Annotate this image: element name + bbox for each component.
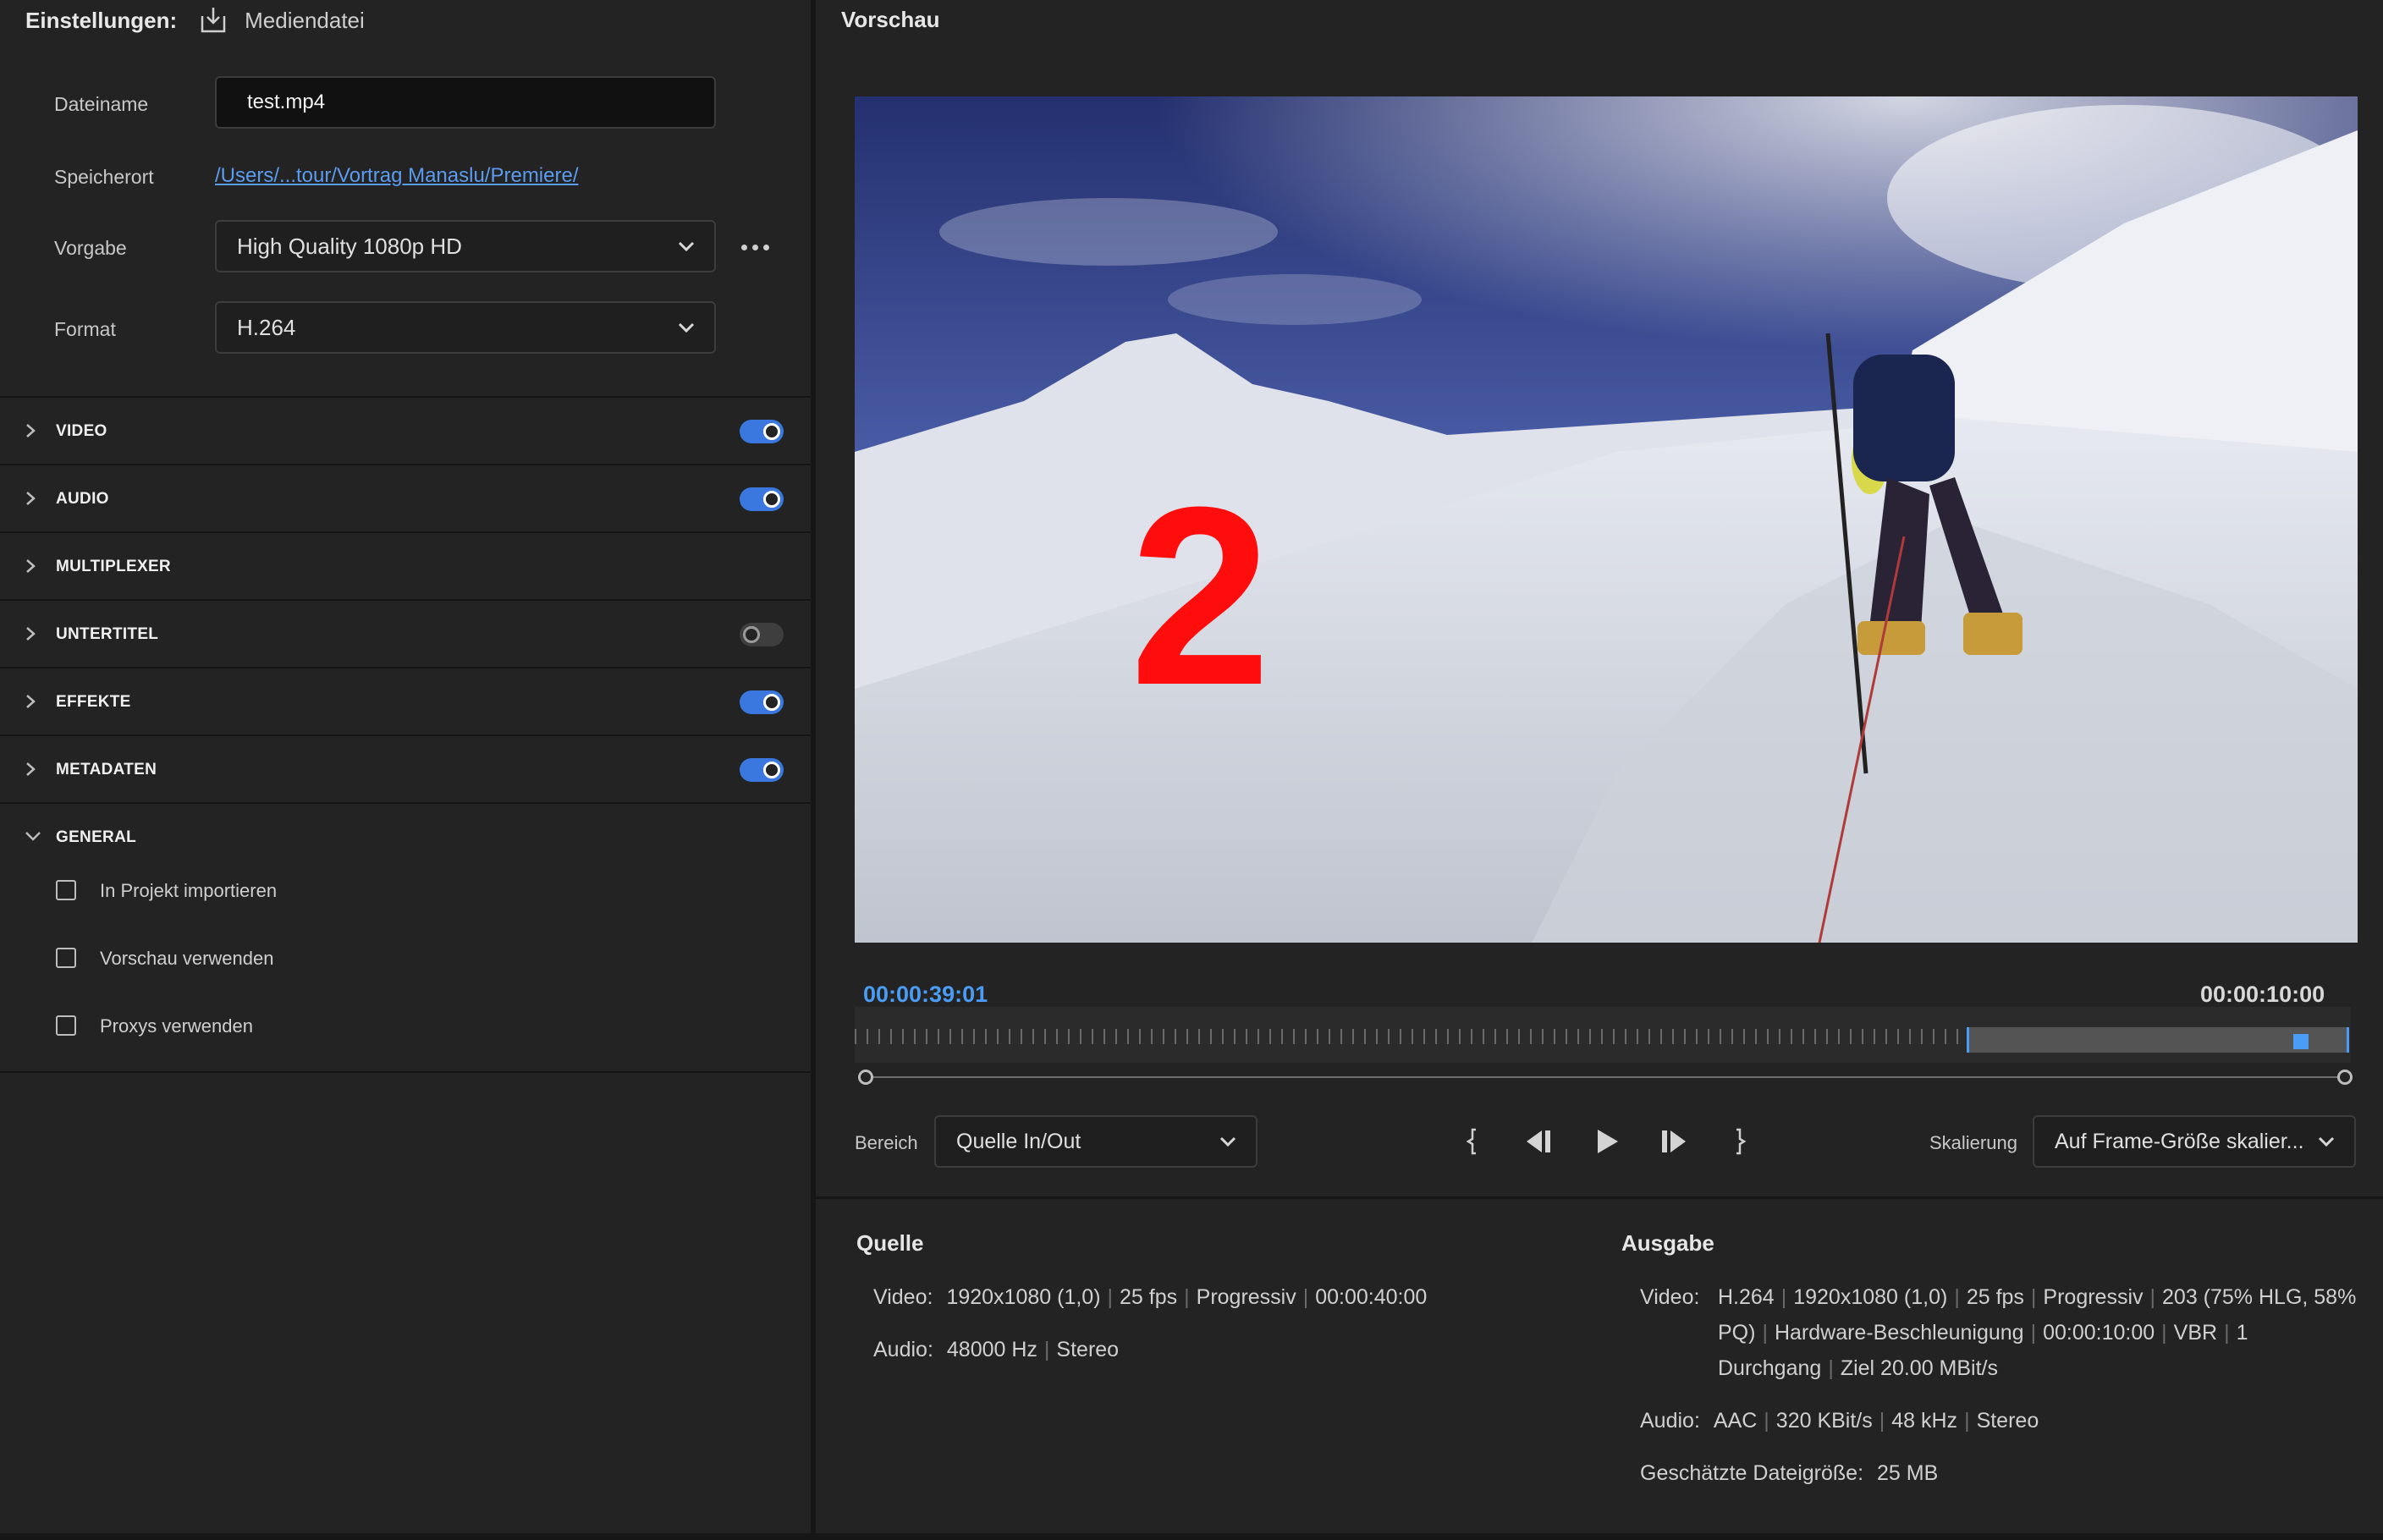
step-forward-icon[interactable] — [1657, 1127, 1691, 1156]
chevron-down-icon — [1219, 1136, 1236, 1147]
filename-label: Dateiname — [54, 93, 149, 115]
output-video-key: Video: — [1640, 1285, 1700, 1309]
use-proxies-checkbox[interactable] — [56, 1015, 76, 1036]
info-divider — [816, 1196, 2383, 1199]
format-select[interactable]: H.264 — [215, 301, 716, 354]
media-file-label[interactable]: Mediendatei — [245, 8, 365, 34]
export-settings-panel: Einstellungen: Mediendatei Dateiname tes… — [0, 0, 816, 1535]
playhead-marker[interactable] — [2293, 1034, 2309, 1049]
preset-select[interactable]: High Quality 1080p HD — [215, 220, 716, 272]
filename-input[interactable]: test.mp4 — [215, 76, 716, 129]
settings-title: Einstellungen: — [25, 7, 178, 33]
use-preview-checkbox[interactable] — [56, 948, 76, 968]
video-toggle[interactable] — [740, 420, 784, 443]
mountain-photo — [855, 96, 2358, 943]
range-label: Bereich — [855, 1132, 918, 1153]
range-start-handle[interactable] — [858, 1070, 873, 1085]
current-timecode[interactable]: 00:00:39:01 — [863, 982, 988, 1008]
subtitles-toggle[interactable] — [740, 623, 784, 646]
settings-header: Einstellungen: Mediendatei — [25, 0, 365, 41]
mark-in-icon[interactable] — [1464, 1127, 1481, 1156]
range-select[interactable]: Quelle In/Out — [934, 1115, 1258, 1168]
chevron-down-icon — [678, 241, 695, 252]
chevron-down-icon — [678, 322, 695, 333]
section-video[interactable]: VIDEO — [0, 396, 811, 465]
metadata-toggle[interactable] — [740, 758, 784, 782]
mark-out-icon[interactable] — [1731, 1127, 1748, 1156]
panel-divider — [0, 1071, 811, 1073]
effects-toggle[interactable] — [740, 690, 784, 714]
use-proxies-label: Proxys verwenden — [100, 1015, 253, 1037]
section-label: GENERAL — [56, 828, 136, 846]
chevron-right-icon — [26, 762, 36, 776]
preset-label: Vorgabe — [54, 237, 127, 259]
preview-title: Vorschau — [841, 7, 940, 32]
section-label: MULTIPLEXER — [56, 558, 171, 575]
import-project-label: In Projekt importieren — [100, 880, 278, 901]
output-title: Ausgabe — [1621, 1230, 1714, 1256]
section-audio[interactable]: AUDIO — [0, 464, 811, 533]
chevron-right-icon — [26, 627, 36, 641]
timeline-ruler[interactable] — [855, 1007, 2351, 1063]
scale-select[interactable]: Auf Frame-Größe skalier... — [2033, 1115, 2356, 1168]
use-preview-label: Vorschau verwenden — [100, 948, 274, 969]
chevron-right-icon — [26, 492, 36, 505]
more-options-icon[interactable] — [741, 239, 775, 256]
section-metadata[interactable]: METADATEN — [0, 734, 811, 804]
format-value: H.264 — [237, 314, 296, 340]
section-general[interactable]: GENERAL — [0, 802, 811, 872]
section-subtitles[interactable]: UNTERTITEL — [0, 599, 811, 668]
chevron-down-icon — [25, 832, 41, 841]
bottom-border — [0, 1533, 2383, 1540]
scale-label: Skalierung — [1929, 1132, 2017, 1153]
source-audio-line: Audio: 48000 Hz | Stereo — [873, 1338, 1120, 1361]
download-icon[interactable] — [199, 6, 228, 35]
filename-value: test.mp4 — [247, 91, 326, 113]
source-video-line: Video: 1920x1080 (1,0) | 25 fps | Progressiv |… — [873, 1285, 1428, 1309]
section-label: EFFEKTE — [56, 693, 131, 711]
output-video-line-2: PQ) | Hardware-Beschleunigung | 00:00:10:00 |… — [1718, 1321, 2248, 1345]
preview-frame: 2 — [855, 96, 2358, 943]
chevron-right-icon — [26, 695, 36, 708]
in-out-range[interactable] — [1967, 1027, 2349, 1053]
output-audio-line: Audio: AAC | 320 KBit/s | 48 kHz | Stereo — [1640, 1409, 2039, 1433]
duration-timecode: 00:00:10:00 — [2200, 982, 2325, 1007]
section-label: UNTERTITEL — [56, 625, 159, 643]
step-back-icon[interactable] — [1522, 1127, 1555, 1156]
timeline-track — [867, 1076, 2347, 1078]
audio-toggle[interactable] — [740, 487, 784, 511]
chevron-down-icon — [2318, 1136, 2335, 1147]
section-multiplexer[interactable]: MULTIPLEXER — [0, 531, 811, 601]
range-end-handle[interactable] — [2337, 1070, 2353, 1085]
chevron-right-icon — [26, 424, 36, 437]
play-icon[interactable] — [1594, 1127, 1621, 1156]
source-title: Quelle — [856, 1230, 924, 1256]
location-label: Speicherort — [54, 166, 154, 188]
output-video-line-1: H.264 | 1920x1080 (1,0) | 25 fps | Progressiv |… — [1718, 1285, 2357, 1309]
section-label: METADATEN — [56, 761, 157, 778]
preset-value: High Quality 1080p HD — [237, 233, 462, 259]
overlay-number: 2 — [1130, 454, 1271, 738]
location-link[interactable]: /Users/...tour/Vortrag Manaslu/Premiere/ — [215, 164, 579, 188]
output-size-line: Geschätzte Dateigröße: 25 MB — [1640, 1461, 1939, 1485]
section-effects[interactable]: EFFEKTE — [0, 667, 811, 736]
range-value: Quelle In/Out — [956, 1129, 1081, 1153]
chevron-right-icon — [26, 559, 36, 573]
section-label: VIDEO — [56, 422, 107, 440]
format-label: Format — [54, 318, 116, 340]
import-project-checkbox[interactable] — [56, 880, 76, 900]
output-video-line-3: Durchgang | Ziel 20.00 MBit/s — [1718, 1356, 1998, 1380]
section-label: AUDIO — [56, 490, 109, 508]
scale-value: Auf Frame-Größe skalier... — [2055, 1129, 2304, 1153]
